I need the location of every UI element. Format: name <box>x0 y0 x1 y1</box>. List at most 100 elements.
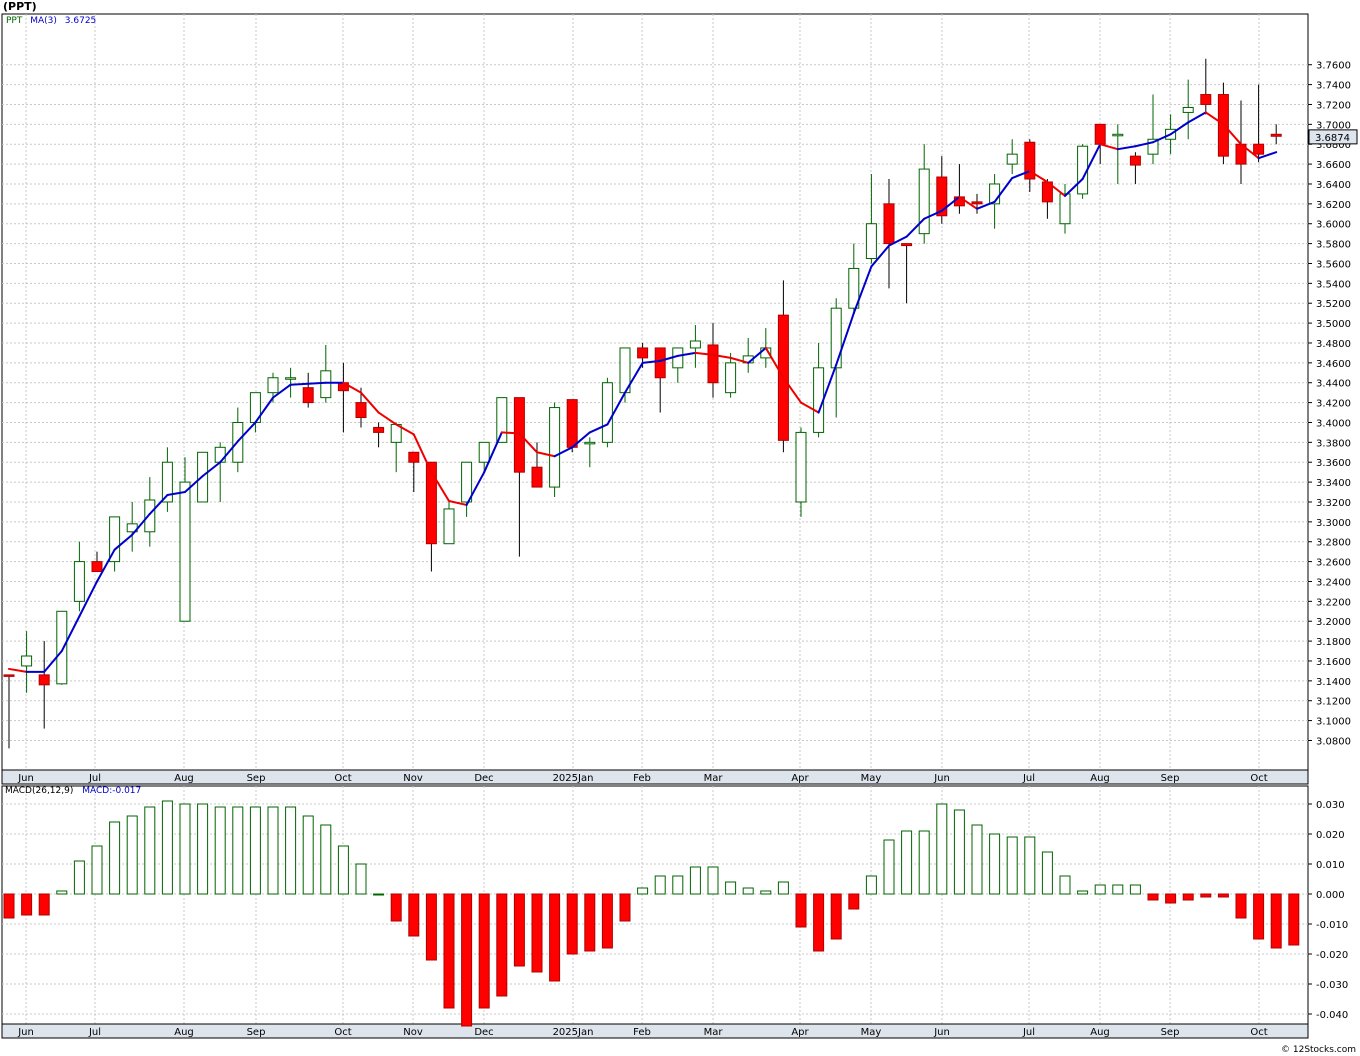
candle-body <box>214 446 226 463</box>
macd-tick-label: -0.040 <box>1316 1010 1348 1021</box>
macd-bar <box>566 893 578 955</box>
macd-month-label: Aug <box>1090 1027 1110 1038</box>
macd-month-label: Jul <box>88 1027 101 1038</box>
candle-body <box>971 201 983 205</box>
month-label: Oct <box>334 773 351 784</box>
macd-bar <box>1235 893 1247 919</box>
price-tick-label: 3.1800 <box>1316 637 1351 648</box>
candle-body <box>865 223 877 260</box>
macd-month-label: Jul <box>1022 1027 1035 1038</box>
candle-body <box>1129 155 1141 166</box>
candle-body <box>549 407 561 488</box>
macd-bar <box>232 806 244 895</box>
candle-body <box>584 441 596 445</box>
candle-body <box>3 674 15 677</box>
credit-text: © 12Stocks.com <box>1281 1045 1356 1055</box>
macd-bar <box>3 893 15 919</box>
macd-bar <box>619 893 631 922</box>
macd-bar <box>777 881 789 895</box>
macd-month-label: Apr <box>791 1027 809 1038</box>
month-label: Feb <box>633 773 651 784</box>
macd-month-label: Oct <box>334 1027 351 1038</box>
macd-tick-label: 0.010 <box>1316 860 1345 871</box>
macd-bar <box>813 893 825 952</box>
price-tick-label: 3.6200 <box>1316 200 1351 211</box>
macd-bar <box>267 806 279 895</box>
macd-bar <box>601 893 613 949</box>
candle-body <box>478 441 490 463</box>
ma-segment <box>500 431 521 435</box>
candle-body <box>408 451 420 463</box>
macd-bar <box>1059 875 1071 895</box>
month-label: Sep <box>247 773 266 784</box>
price-tick-label: 3.1400 <box>1316 677 1351 688</box>
candle-body <box>56 610 68 685</box>
candle-body <box>637 347 649 359</box>
macd-month-label: Oct <box>1250 1027 1267 1038</box>
month-label: Sep <box>1161 773 1180 784</box>
ma-segment <box>307 381 327 385</box>
macd-month-label: Nov <box>403 1027 423 1038</box>
macd-bar <box>1165 893 1177 904</box>
macd-bar <box>179 803 191 895</box>
price-tick-label: 3.6400 <box>1316 180 1351 191</box>
macd-bar <box>672 875 684 895</box>
candle-body <box>285 377 297 380</box>
candle-body <box>425 461 437 545</box>
macd-bar <box>21 893 33 916</box>
price-panel <box>1 13 1309 771</box>
macd-bar <box>73 860 85 895</box>
macd-bar <box>742 887 754 895</box>
macd-bar <box>355 863 367 895</box>
legend-macd-label: MACD(26,12,9) <box>5 786 74 796</box>
month-label: May <box>861 773 882 784</box>
price-tick-label: 3.7200 <box>1316 100 1351 111</box>
candle-body <box>144 499 156 533</box>
macd-bar <box>989 833 1001 895</box>
macd-bar <box>760 890 772 895</box>
price-tick-label: 3.3000 <box>1316 518 1351 529</box>
month-label: Oct <box>1250 773 1267 784</box>
macd-bar <box>478 893 490 1009</box>
candle-body <box>21 655 33 667</box>
ma-segment <box>289 382 310 386</box>
month-label: Jul <box>1022 773 1035 784</box>
stock-chart: 3.0800 3.1000 3.1200 3.1400 3.1600 3.1800 3.20… <box>1 13 1358 1039</box>
candle-body <box>302 387 314 404</box>
price-tick-label: 3.2000 <box>1316 617 1351 628</box>
macd-bar <box>461 893 473 1027</box>
month-label: Nov <box>403 773 423 784</box>
candle-body <box>531 466 543 488</box>
macd-bar <box>584 893 596 952</box>
macd-bar <box>56 890 68 895</box>
macd-bar <box>1024 836 1036 895</box>
macd-bar <box>830 893 842 940</box>
price-tick-label: 3.6000 <box>1316 220 1351 231</box>
macd-bar <box>1217 893 1229 898</box>
candle-body <box>654 347 666 379</box>
candle-body <box>355 402 367 419</box>
price-tick-label: 3.7400 <box>1316 81 1351 92</box>
macd-month-label: Sep <box>247 1027 266 1038</box>
macd-bar <box>531 893 543 973</box>
macd-bar <box>1041 851 1053 895</box>
candle-body <box>901 243 913 247</box>
macd-bar <box>1182 893 1194 901</box>
macd-bar <box>848 893 860 910</box>
candle-body <box>179 481 191 622</box>
macd-bar <box>91 845 103 895</box>
candle-body <box>689 340 701 349</box>
macd-bar <box>654 875 666 895</box>
macd-bar <box>971 824 983 895</box>
macd-bar <box>725 881 737 895</box>
macd-bar <box>549 893 561 982</box>
price-tick-label: 3.5400 <box>1316 279 1351 290</box>
macd-bar <box>496 893 508 997</box>
macd-month-label: Mar <box>704 1027 724 1038</box>
macd-bar <box>513 893 525 967</box>
macd-month-label: Feb <box>633 1027 651 1038</box>
macd-month-label: Dec <box>474 1027 493 1038</box>
candle-body <box>918 168 930 235</box>
macd-tick-label: 0.020 <box>1316 830 1345 841</box>
candle-body <box>496 397 508 443</box>
